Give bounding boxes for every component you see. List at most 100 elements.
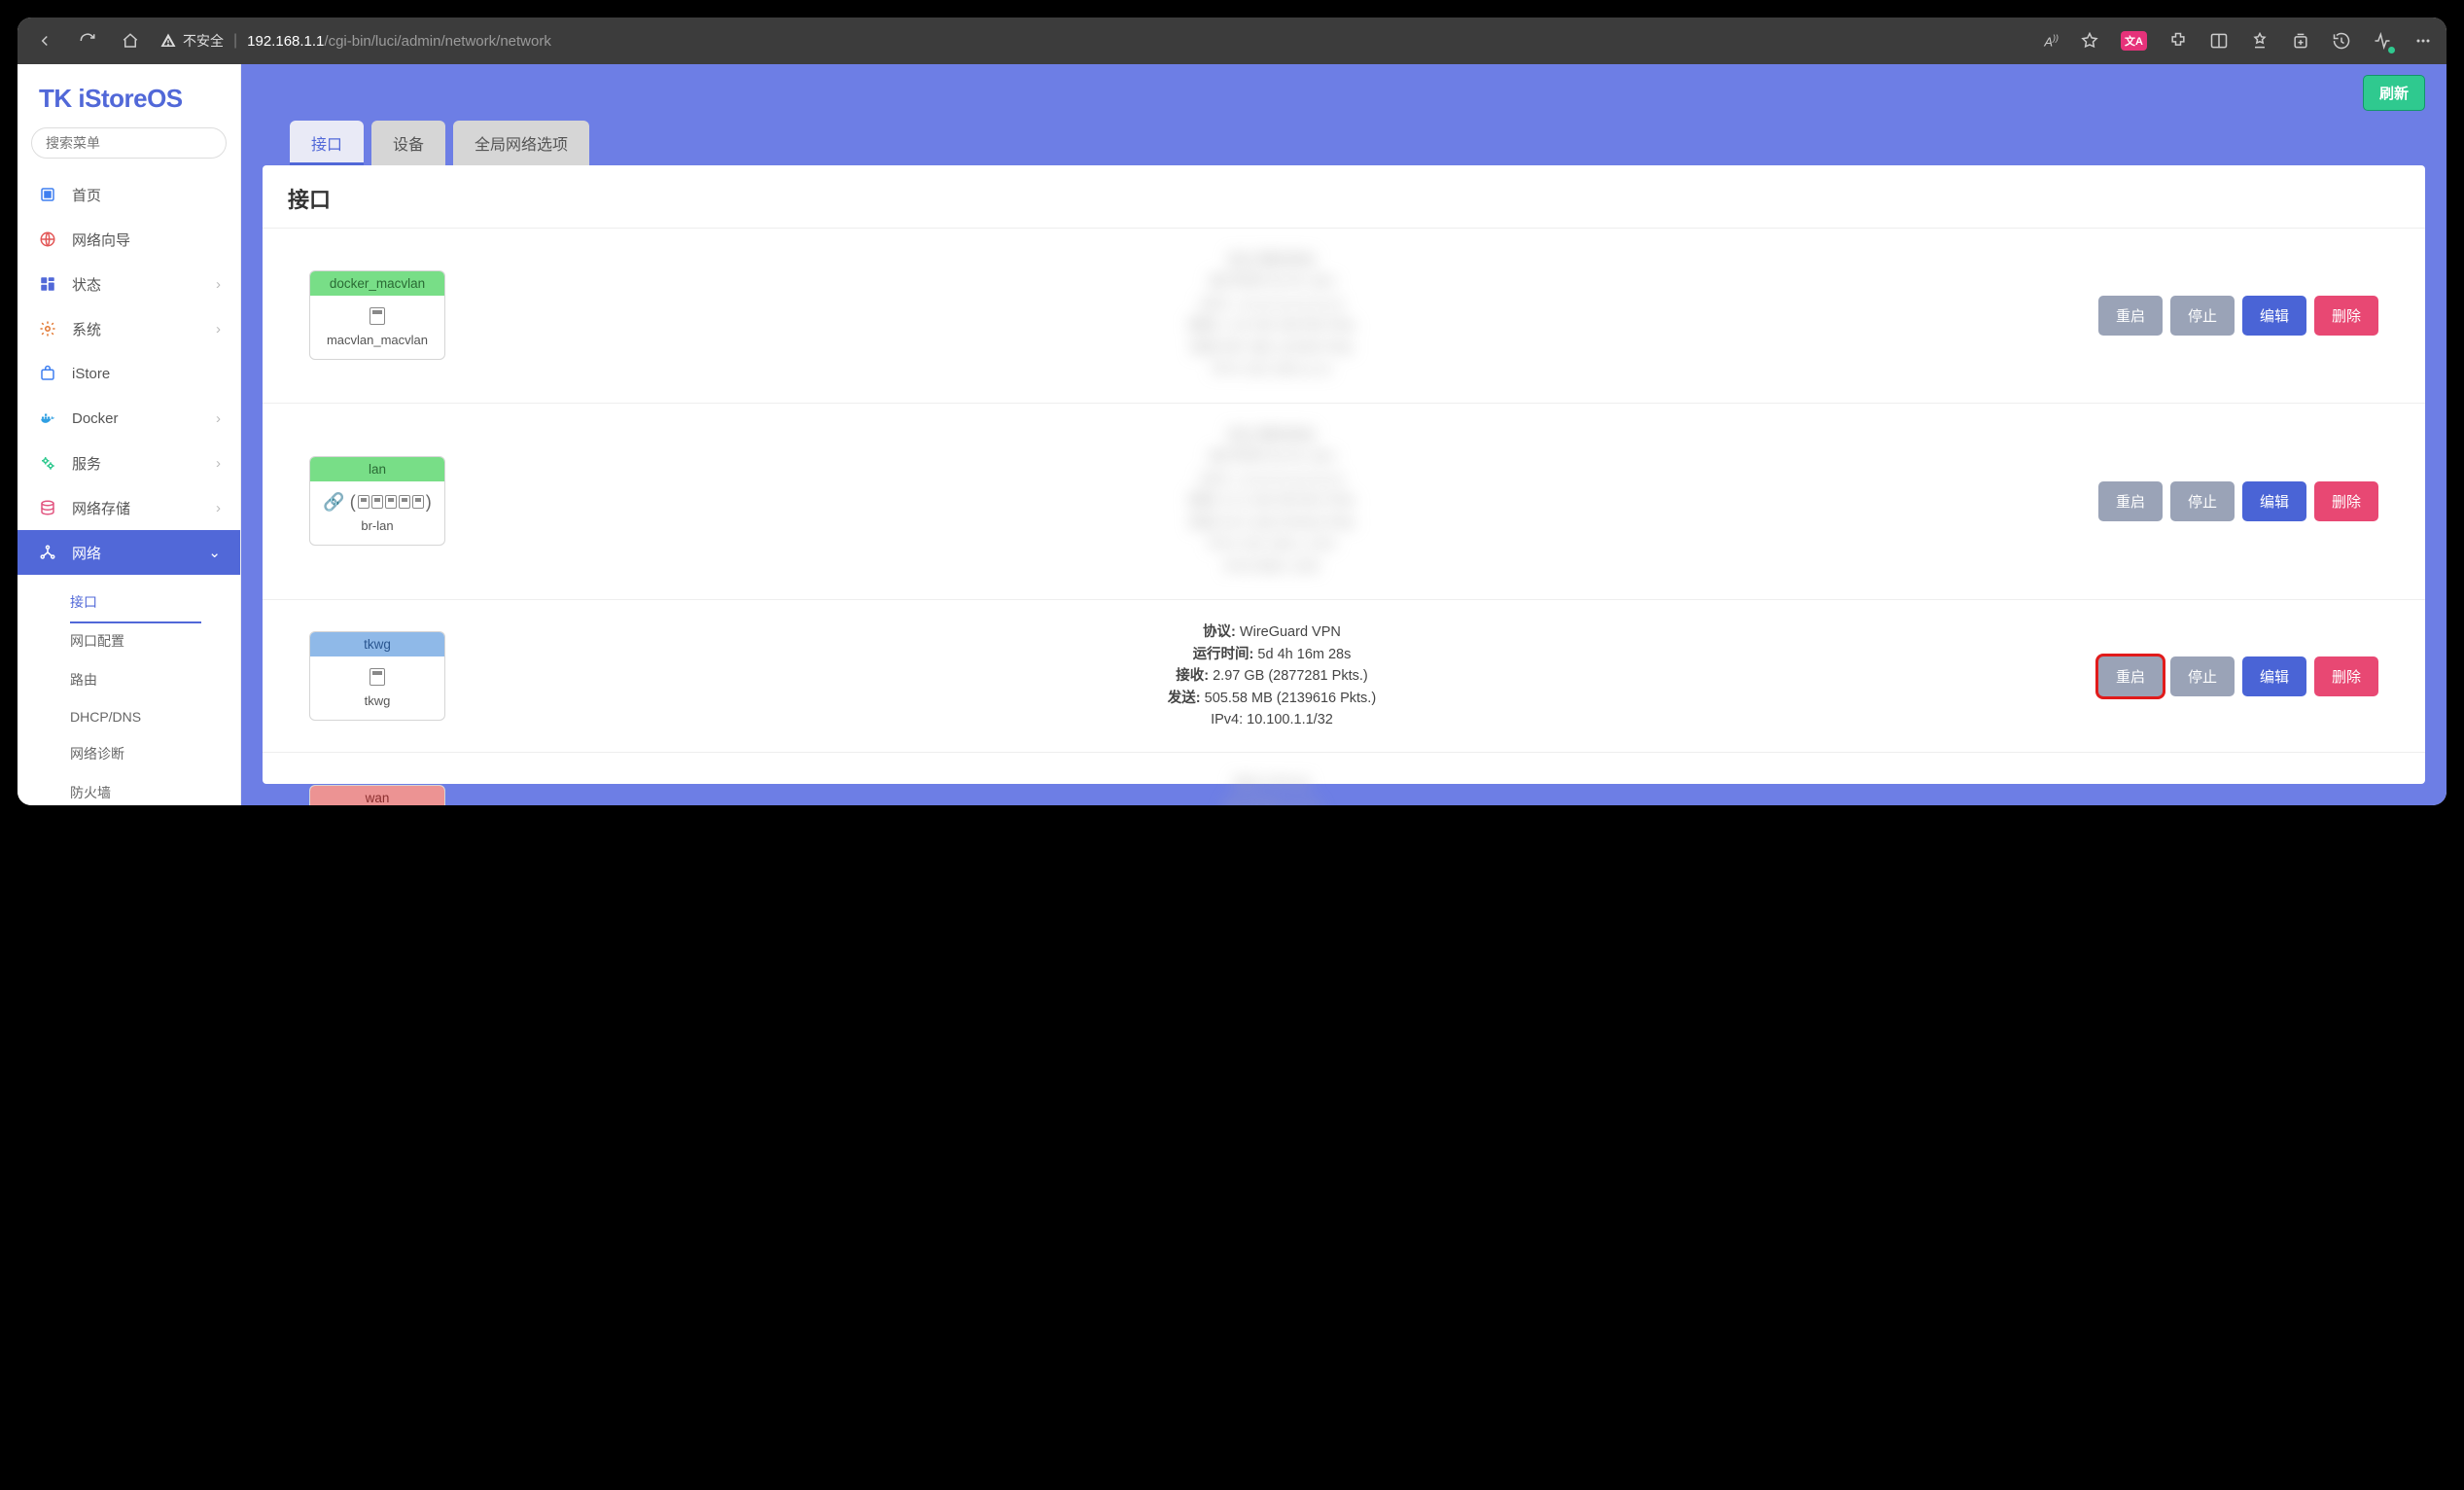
collections-icon[interactable]	[2291, 31, 2310, 51]
extensions-icon[interactable]	[2168, 31, 2188, 51]
interface-name: lan	[310, 457, 444, 481]
stop-button[interactable]: 停止	[2170, 656, 2235, 696]
interface-actions: 重启 停止 编辑 删除	[2098, 656, 2378, 696]
device-icon: 🔗 ()	[316, 491, 439, 513]
sidebar-item-label: iStore	[72, 366, 110, 382]
gear-icon	[37, 318, 58, 339]
interface-row-wan: wan pppoe-wan 协议 PPPoE 运行时间 5d 4h 接收 45.…	[263, 752, 2425, 805]
restart-button[interactable]: 重启	[2098, 296, 2163, 336]
address-bar[interactable]: 不安全 | 192.168.1.1/cgi-bin/luci/admin/net…	[159, 31, 551, 51]
device-name: br-lan	[316, 518, 439, 533]
device-name: tkwg	[316, 693, 439, 708]
interface-row-lan: lan 🔗 () br-lan 协议 静态地址 运行时间 5d 4h 16m M…	[263, 403, 2425, 599]
submenu-item-防火墙[interactable]: 防火墙	[70, 773, 240, 805]
submenu-item-网络诊断[interactable]: 网络诊断	[70, 734, 240, 773]
favorites-bar-icon[interactable]	[2250, 31, 2270, 51]
interface-actions: 重启 停止 编辑 删除	[2098, 296, 2378, 336]
tab-接口[interactable]: 接口	[290, 121, 364, 165]
sidebar-item-iStore[interactable]: iStore	[18, 351, 240, 396]
sidebar-item-状态[interactable]: 状态 ›	[18, 262, 240, 306]
url-text: 192.168.1.1/cgi-bin/luci/admin/network/n…	[247, 33, 551, 50]
insecure-indicator: 不安全	[159, 31, 224, 51]
interface-badge[interactable]: tkwg tkwg	[309, 631, 445, 721]
globe-icon	[37, 229, 58, 250]
stop-button[interactable]: 停止	[2170, 296, 2235, 336]
database-icon	[37, 497, 58, 518]
sidebar-item-Docker[interactable]: Docker ›	[18, 396, 240, 441]
submenu-item-DHCP/DNS[interactable]: DHCP/DNS	[70, 699, 240, 734]
submenu-item-网口配置[interactable]: 网口配置	[70, 621, 240, 660]
interface-badge[interactable]: wan pppoe-wan	[309, 785, 445, 805]
favorite-icon[interactable]	[2080, 31, 2099, 51]
refresh-browser-button[interactable]	[74, 27, 101, 54]
sidebar-item-label: 状态	[72, 274, 101, 295]
device-icon	[316, 305, 439, 327]
read-aloud-icon[interactable]: A))	[2044, 33, 2059, 49]
main-content: 刷新 接口设备全局网络选项 接口 docker_macvlan macvlan_…	[241, 64, 2446, 805]
browser-toolbar: 不安全 | 192.168.1.1/cgi-bin/luci/admin/net…	[18, 18, 2446, 64]
interface-name: wan	[310, 786, 444, 805]
bag-icon	[37, 363, 58, 384]
sidebar-item-首页[interactable]: 首页	[18, 172, 240, 217]
sidebar-item-label: 网络	[72, 543, 101, 563]
sidebar-item-label: 网络向导	[72, 230, 130, 250]
tab-全局网络选项[interactable]: 全局网络选项	[453, 121, 589, 165]
sidebar-toggle-icon[interactable]	[2209, 31, 2229, 51]
stop-button[interactable]: 停止	[2170, 481, 2235, 521]
sidebar-item-服务[interactable]: 服务 ›	[18, 441, 240, 485]
device-icon	[316, 666, 439, 688]
sidebar-item-label: 网络存储	[72, 498, 130, 518]
sidebar-item-网络[interactable]: 网络 ⌄	[18, 530, 240, 575]
chevron-right-icon: ›	[216, 455, 221, 472]
performance-icon[interactable]	[2373, 31, 2392, 51]
history-icon[interactable]	[2332, 31, 2351, 51]
main-menu: 首页 网络向导 状态 › 系统 › iStore	[18, 168, 240, 579]
browser-right-icons: A)) 文A	[2044, 31, 2433, 51]
sidebar-item-label: 系统	[72, 319, 101, 339]
chevron-right-icon: ›	[216, 276, 221, 293]
tabs: 接口设备全局网络选项	[241, 121, 2446, 165]
tab-设备[interactable]: 设备	[371, 121, 445, 165]
network-submenu: 接口网口配置路由DHCP/DNS网络诊断防火墙	[18, 579, 240, 805]
sidebar-item-网络向导[interactable]: 网络向导	[18, 217, 240, 262]
edit-button[interactable]: 编辑	[2242, 656, 2306, 696]
interfaces-card: 接口 docker_macvlan macvlan_macvlan 协议 静态地…	[263, 165, 2425, 784]
submenu-item-路由[interactable]: 路由	[70, 660, 240, 699]
sidebar-item-label: 服务	[72, 453, 101, 474]
edit-button[interactable]: 编辑	[2242, 296, 2306, 336]
submenu-item-接口[interactable]: 接口	[70, 583, 240, 621]
translate-extension-icon[interactable]: 文A	[2121, 31, 2147, 51]
sidebar-item-label: 首页	[72, 185, 101, 205]
chevron-right-icon: ›	[216, 410, 221, 427]
sidebar: TK iStoreOS 首页 网络向导 状态 › 系统	[18, 64, 241, 805]
delete-button[interactable]: 删除	[2314, 296, 2378, 336]
brand-logo[interactable]: TK iStoreOS	[18, 64, 240, 127]
page-topbar: 刷新	[241, 64, 2446, 121]
sidebar-item-网络存储[interactable]: 网络存储 ›	[18, 485, 240, 530]
interface-badge[interactable]: lan 🔗 () br-lan	[309, 456, 445, 546]
delete-button[interactable]: 删除	[2314, 481, 2378, 521]
interface-info-blurred: 协议 静态地址 运行时间 5d 4h 16m MAC: xx:xx:xx:xx:…	[465, 250, 2079, 381]
refresh-button[interactable]: 刷新	[2363, 75, 2425, 111]
chevron-down-icon: ⌄	[208, 544, 221, 561]
interface-info-blurred: 协议 PPPoE 运行时间 5d 4h 接收 45.6 GB 7654321 P…	[465, 774, 2079, 805]
restart-button[interactable]: 重启	[2098, 481, 2163, 521]
search-menu-input[interactable]	[31, 127, 227, 159]
sidebar-item-label: Docker	[72, 410, 119, 427]
sidebar-item-系统[interactable]: 系统 ›	[18, 306, 240, 351]
restart-button[interactable]: 重启	[2098, 656, 2163, 696]
back-button[interactable]	[31, 27, 58, 54]
chevron-right-icon: ›	[216, 500, 221, 516]
interface-row-docker_macvlan: docker_macvlan macvlan_macvlan 协议 静态地址 运…	[263, 228, 2425, 403]
interface-name: tkwg	[310, 632, 444, 656]
interface-row-tkwg: tkwg tkwg 协议: WireGuard VPN 运行时间: 5d 4h …	[263, 599, 2425, 752]
more-menu-icon[interactable]	[2413, 31, 2433, 51]
home-browser-button[interactable]	[117, 27, 144, 54]
cogs-icon	[37, 452, 58, 474]
interface-info: 协议: WireGuard VPN 运行时间: 5d 4h 16m 28s 接收…	[465, 621, 2079, 730]
network-icon	[37, 542, 58, 563]
app-window: 不安全 | 192.168.1.1/cgi-bin/luci/admin/net…	[18, 18, 2446, 805]
delete-button[interactable]: 删除	[2314, 656, 2378, 696]
edit-button[interactable]: 编辑	[2242, 481, 2306, 521]
interface-badge[interactable]: docker_macvlan macvlan_macvlan	[309, 270, 445, 360]
